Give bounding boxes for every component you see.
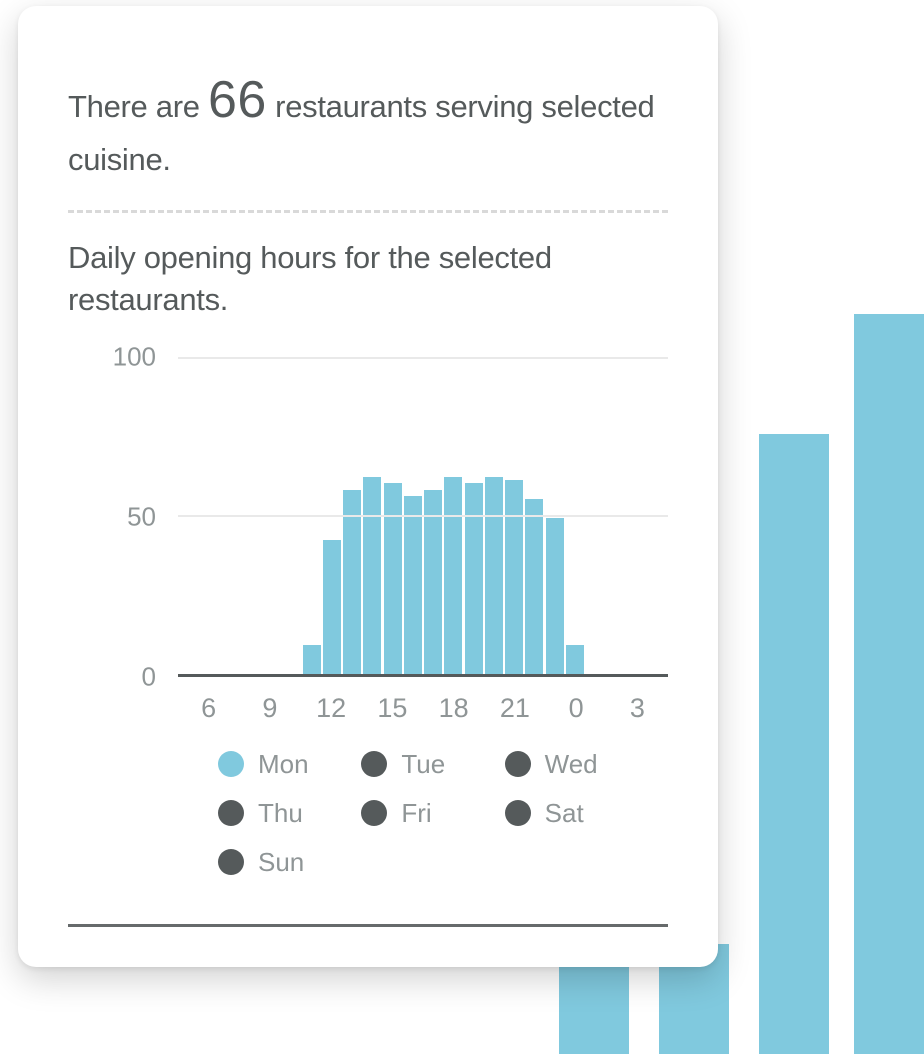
bar bbox=[424, 490, 442, 674]
background-bar bbox=[854, 314, 924, 1054]
grid-line bbox=[178, 357, 668, 359]
bar bbox=[384, 483, 402, 673]
y-tick-label: 0 bbox=[142, 661, 156, 692]
legend-label: Wed bbox=[545, 749, 598, 780]
bar bbox=[525, 499, 543, 673]
legend-swatch-icon bbox=[361, 751, 387, 777]
summary-text: There are 66 restaurants serving selecte… bbox=[68, 64, 668, 210]
legend-item-thu[interactable]: Thu bbox=[218, 798, 351, 829]
chart: 050100 bbox=[68, 357, 668, 677]
x-tick-label: 9 bbox=[262, 693, 277, 724]
legend-swatch-icon bbox=[505, 751, 531, 777]
legend-swatch-icon bbox=[218, 751, 244, 777]
bar bbox=[343, 490, 361, 674]
bar bbox=[323, 540, 341, 673]
grid-line bbox=[178, 515, 668, 517]
x-tick-label: 12 bbox=[316, 693, 346, 724]
legend-item-fri[interactable]: Fri bbox=[361, 798, 494, 829]
x-tick-label: 0 bbox=[569, 693, 584, 724]
legend-label: Sun bbox=[258, 847, 304, 878]
legend-item-tue[interactable]: Tue bbox=[361, 749, 494, 780]
legend-label: Tue bbox=[401, 749, 445, 780]
legend-swatch-icon bbox=[218, 800, 244, 826]
bar bbox=[465, 483, 483, 673]
legend-label: Mon bbox=[258, 749, 309, 780]
bar bbox=[363, 477, 381, 674]
legend-label: Fri bbox=[401, 798, 431, 829]
bar bbox=[546, 518, 564, 673]
legend-item-wed[interactable]: Wed bbox=[505, 749, 638, 780]
bar bbox=[444, 477, 462, 674]
bar bbox=[303, 645, 321, 674]
summary-count: 66 bbox=[208, 71, 267, 129]
legend-swatch-icon bbox=[218, 849, 244, 875]
x-tick-label: 21 bbox=[500, 693, 530, 724]
y-tick-label: 50 bbox=[127, 501, 156, 532]
background-bar bbox=[759, 434, 829, 1054]
divider bbox=[68, 210, 668, 213]
x-tick-label: 6 bbox=[201, 693, 216, 724]
legend-item-sun[interactable]: Sun bbox=[218, 847, 351, 878]
x-axis: 6 9 12 15 18 21 0 3 bbox=[178, 677, 668, 737]
legend-label: Sat bbox=[545, 798, 584, 829]
legend-label: Thu bbox=[258, 798, 303, 829]
summary-prefix: There are bbox=[68, 89, 208, 124]
x-tick-label: 3 bbox=[630, 693, 645, 724]
legend: Mon Tue Wed Thu Fri Sat Sun bbox=[218, 749, 638, 878]
legend-item-sat[interactable]: Sat bbox=[505, 798, 638, 829]
legend-item-mon[interactable]: Mon bbox=[218, 749, 351, 780]
stats-card: There are 66 restaurants serving selecte… bbox=[18, 6, 718, 967]
chart-subtitle: Daily opening hours for the selected res… bbox=[68, 237, 668, 321]
y-tick-label: 100 bbox=[113, 341, 156, 372]
legend-swatch-icon bbox=[505, 800, 531, 826]
footer-line bbox=[68, 924, 668, 927]
bar bbox=[485, 477, 503, 674]
x-tick-label: 18 bbox=[439, 693, 469, 724]
background-bar bbox=[559, 954, 629, 1054]
y-axis: 050100 bbox=[68, 357, 178, 677]
plot-area bbox=[178, 357, 668, 677]
bar bbox=[566, 645, 584, 674]
bar bbox=[404, 496, 422, 674]
x-tick-label: 15 bbox=[377, 693, 407, 724]
legend-swatch-icon bbox=[361, 800, 387, 826]
bar bbox=[505, 480, 523, 673]
